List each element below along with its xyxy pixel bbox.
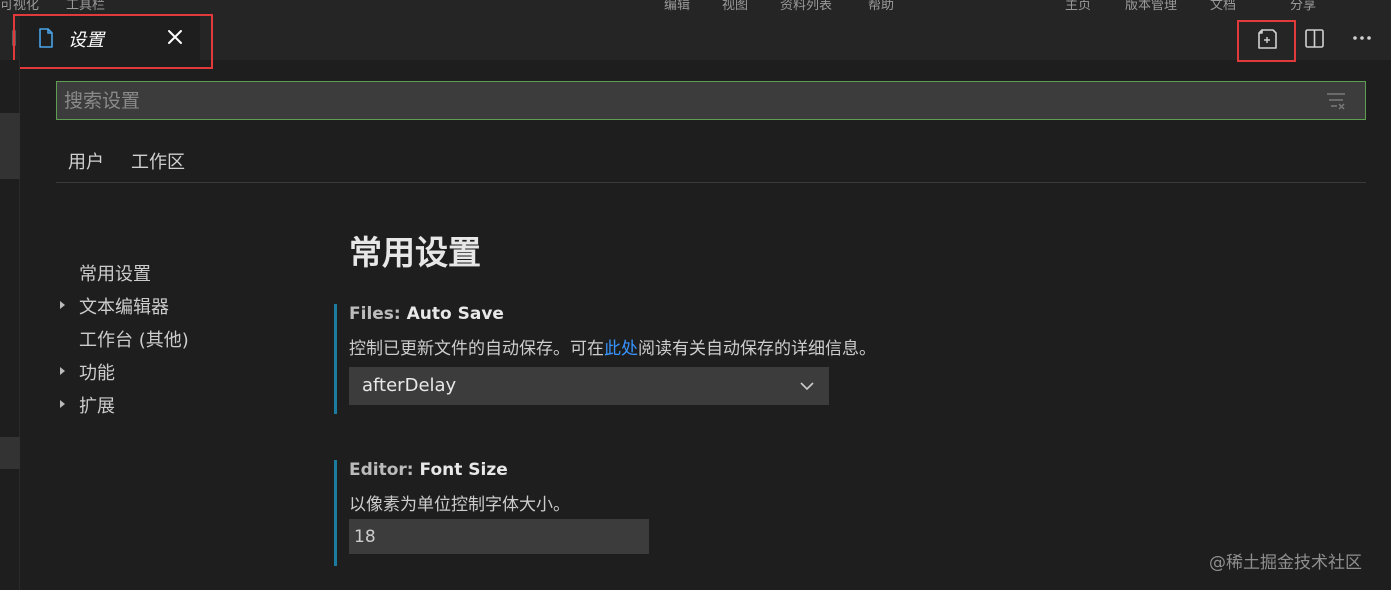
setting-label: Editor: Font Size: [349, 460, 508, 480]
toc-item-label: 文本编辑器: [79, 297, 169, 318]
setting-description: 以像素为单位控制字体大小。: [349, 495, 570, 515]
setting-description: 控制已更新文件的自动保存。可在此处阅读有关自动保存的详细信息。: [349, 334, 876, 359]
settings-editor-window: 可视化 工具栏 编辑 视图 资料列表 帮助 主页 版本管理 文档 分享 设置 搜…: [0, 0, 1391, 590]
setting-editor-font-size: Editor: Font Size 以像素为单位控制字体大小。 18: [334, 460, 854, 566]
activity-block: [0, 113, 20, 179]
open-settings-json-icon[interactable]: [1253, 24, 1281, 52]
tab-title: 设置: [68, 30, 104, 51]
activity-block: [0, 437, 20, 469]
chevron-right-icon: [60, 367, 65, 375]
setting-category: Files:: [349, 304, 407, 324]
watermark: @稀土掘金技术社区: [1209, 553, 1362, 573]
chevron-right-icon: [60, 301, 65, 309]
auto-save-docs-link[interactable]: 此处: [604, 339, 638, 359]
menu-item[interactable]: 主页: [1065, 0, 1091, 13]
chevron-down-icon: [800, 382, 814, 391]
setting-files-auto-save: Files: Auto Save 控制已更新文件的自动保存。可在此处阅读有关自动…: [334, 304, 876, 414]
setting-focus-bar: [334, 304, 337, 414]
editor-tab-bar: 设置: [0, 16, 1391, 60]
title-menu-strip: 可视化 工具栏 编辑 视图 资料列表 帮助 主页 版本管理 文档 分享: [0, 0, 1391, 16]
toc-item-label: 扩展: [79, 396, 115, 417]
menu-item[interactable]: 资料列表: [780, 0, 832, 13]
section-title: 常用设置: [349, 233, 481, 272]
menu-item[interactable]: 工具栏: [66, 0, 105, 13]
tab-settings[interactable]: 设置: [20, 16, 200, 60]
select-value: afterDelay: [362, 375, 457, 396]
menu-item[interactable]: 文档: [1210, 0, 1236, 13]
tab-workspace[interactable]: 工作区: [131, 148, 185, 174]
toc-item-label: 工作台 (其他): [79, 330, 189, 351]
split-editor-icon[interactable]: [1300, 24, 1328, 52]
setting-category: Editor:: [349, 460, 420, 480]
search-input[interactable]: [57, 82, 1307, 119]
setting-name: Font Size: [419, 460, 508, 480]
menu-item[interactable]: 版本管理: [1125, 0, 1177, 13]
menu-item[interactable]: 可视化: [0, 0, 39, 13]
menu-item[interactable]: 编辑: [664, 0, 690, 13]
close-icon[interactable]: [162, 24, 188, 50]
toc-item-label: 功能: [79, 363, 115, 384]
setting-name: Auto Save: [406, 304, 504, 324]
clear-filter-icon[interactable]: [1325, 90, 1347, 112]
input-value: 18: [354, 527, 376, 547]
file-icon: [39, 28, 53, 48]
toc-item-label: 常用设置: [79, 264, 151, 285]
search-box: [56, 81, 1366, 120]
chevron-right-icon: [60, 400, 65, 408]
menu-item[interactable]: 分享: [1290, 0, 1316, 13]
menu-item[interactable]: 帮助: [868, 0, 894, 13]
setting-focus-bar: [334, 460, 337, 566]
setting-label: Files: Auto Save: [349, 304, 504, 324]
setting-description-text: 阅读有关自动保存的详细信息。: [638, 339, 876, 359]
menu-item[interactable]: 视图: [722, 0, 748, 13]
more-actions-icon[interactable]: [1348, 24, 1376, 52]
scope-divider: [56, 182, 1366, 183]
setting-description-text: 控制已更新文件的自动保存。可在: [349, 339, 604, 359]
font-size-input[interactable]: 18: [349, 519, 649, 554]
tab-user[interactable]: 用户: [68, 148, 104, 174]
tab-bar-grip: [12, 30, 16, 46]
activity-strip: [0, 60, 20, 590]
auto-save-select[interactable]: afterDelay: [349, 367, 829, 405]
